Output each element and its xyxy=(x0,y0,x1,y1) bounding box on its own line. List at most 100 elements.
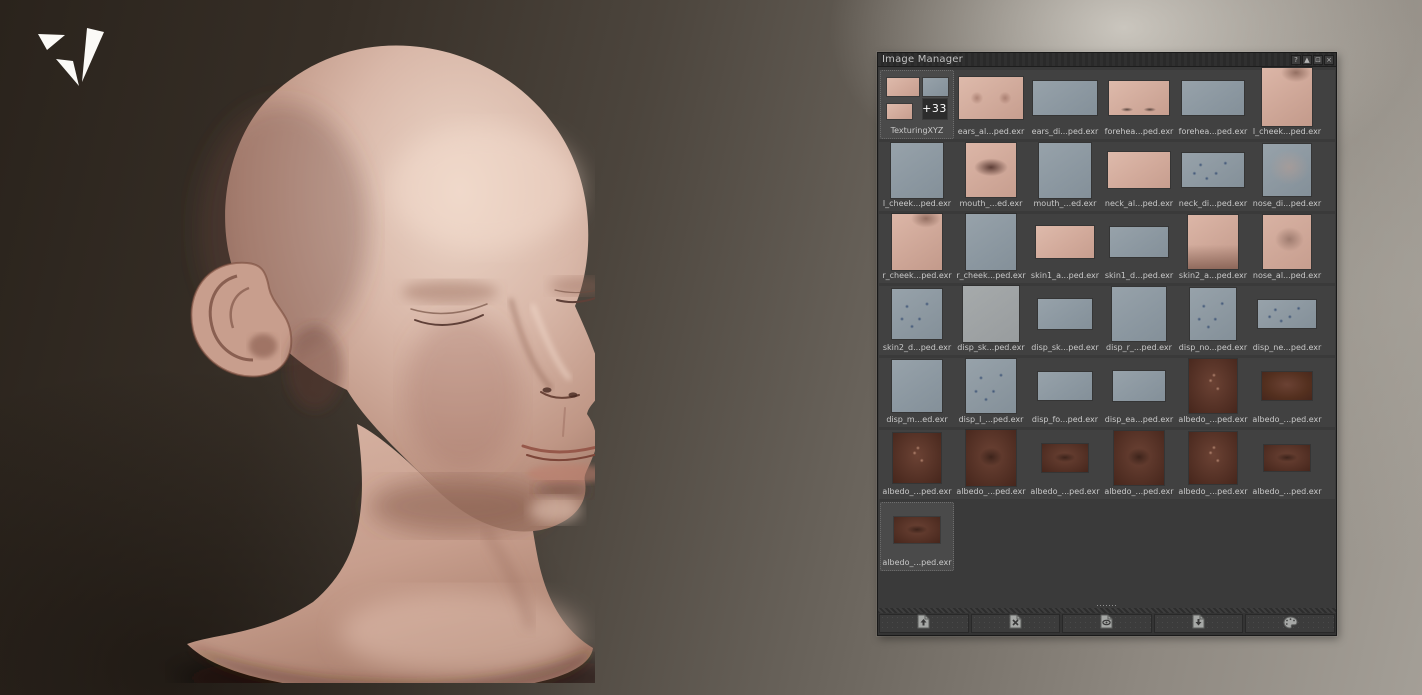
image-item[interactable]: neck_al...ped.exr xyxy=(1102,142,1176,211)
image-item[interactable]: skin1_a...ped.exr xyxy=(1028,214,1102,283)
image-thumbnail[interactable] xyxy=(892,214,942,270)
image-item[interactable]: albedo_...ped.exr xyxy=(954,430,1028,499)
image-thumbnail[interactable] xyxy=(1114,431,1164,485)
image-item[interactable]: albedo_...ped.exr xyxy=(1176,358,1250,427)
image-thumbnail[interactable] xyxy=(966,359,1016,413)
image-thumbnail[interactable] xyxy=(1042,444,1088,472)
image-thumbnail[interactable] xyxy=(891,143,943,198)
image-item[interactable]: ears_al...ped.exr xyxy=(954,70,1028,139)
float-window-icon[interactable]: ⊡ xyxy=(1313,55,1323,65)
edit-palette-button[interactable] xyxy=(1245,614,1335,633)
image-thumbnail[interactable] xyxy=(1190,288,1236,340)
image-item[interactable]: albedo_...ped.exr xyxy=(1102,430,1176,499)
image-item[interactable]: nose_al...ped.exr xyxy=(1250,214,1324,283)
image-item[interactable]: albedo_...ped.exr xyxy=(1250,430,1324,499)
image-thumbnail[interactable] xyxy=(1109,81,1169,115)
image-item[interactable]: r_cheek...ped.exr xyxy=(954,214,1028,283)
image-grid: +33TexturingXYZears_al...ped.exrears_di.… xyxy=(878,67,1336,604)
image-filename: albedo_...ped.exr xyxy=(1102,486,1176,498)
image-thumbnail[interactable] xyxy=(1188,215,1238,269)
image-item[interactable]: l_cheek...ped.exr xyxy=(880,142,954,211)
image-item[interactable]: forehea...ped.exr xyxy=(1176,70,1250,139)
image-item[interactable]: disp_r_...ped.exr xyxy=(1102,286,1176,355)
image-filename: nose_di...ped.exr xyxy=(1250,198,1324,210)
image-thumbnail[interactable] xyxy=(1110,227,1168,257)
image-filename: albedo_...ped.exr xyxy=(954,486,1028,498)
image-thumbnail[interactable] xyxy=(1039,143,1091,198)
collapse-button[interactable]: ▲ xyxy=(1302,55,1312,65)
image-filename: ears_di...ped.exr xyxy=(1028,126,1102,138)
image-manager-titlebar[interactable]: Image Manager ?▲⊡× xyxy=(878,53,1336,67)
image-item[interactable]: disp_sk...ped.exr xyxy=(1028,286,1102,355)
image-item[interactable]: disp_sk...ped.exr xyxy=(954,286,1028,355)
image-thumbnail[interactable] xyxy=(894,517,940,543)
image-thumbnail[interactable] xyxy=(1038,372,1092,400)
image-thumbnail[interactable] xyxy=(1262,372,1312,400)
viewport-3d[interactable]: Image Manager ?▲⊡× +33TexturingXYZears_a… xyxy=(0,0,1422,695)
panel-resize-handle[interactable] xyxy=(1096,604,1118,607)
close-button[interactable]: × xyxy=(1324,55,1334,65)
image-thumbnail[interactable] xyxy=(959,77,1023,119)
delete-image-button[interactable] xyxy=(971,614,1061,633)
image-thumbnail[interactable] xyxy=(892,289,942,339)
image-thumbnail[interactable] xyxy=(1033,81,1097,115)
image-thumbnail[interactable] xyxy=(1113,371,1165,401)
thumb-area: +33 xyxy=(881,71,953,125)
image-thumbnail[interactable] xyxy=(1112,287,1166,341)
thumb-area xyxy=(880,358,954,414)
image-thumbnail[interactable] xyxy=(1258,300,1316,328)
save-image-button[interactable] xyxy=(1154,614,1244,633)
3d-head-model[interactable] xyxy=(165,38,595,683)
image-item[interactable]: ears_di...ped.exr xyxy=(1028,70,1102,139)
image-filename: skin1_a...ped.exr xyxy=(1028,270,1102,282)
image-item[interactable]: albedo_...ped.exr xyxy=(880,502,954,571)
image-thumbnail[interactable] xyxy=(966,214,1016,270)
help-button[interactable]: ? xyxy=(1291,55,1301,65)
image-item[interactable]: albedo_...ped.exr xyxy=(1250,358,1324,427)
image-thumbnail[interactable] xyxy=(966,430,1016,486)
preview-image-button[interactable] xyxy=(1062,614,1152,633)
thumb-area xyxy=(1102,70,1176,126)
image-filename: albedo_...ped.exr xyxy=(1028,486,1102,498)
image-item[interactable]: +33TexturingXYZ xyxy=(880,70,954,139)
image-stack[interactable]: +33 xyxy=(887,78,948,119)
image-item[interactable]: disp_ea...ped.exr xyxy=(1102,358,1176,427)
image-thumbnail[interactable] xyxy=(1182,81,1244,115)
image-item[interactable]: albedo_...ped.exr xyxy=(880,430,954,499)
image-thumbnail[interactable] xyxy=(1263,144,1311,196)
image-item[interactable]: mouth_...ed.exr xyxy=(1028,142,1102,211)
image-item[interactable]: forehea...ped.exr xyxy=(1102,70,1176,139)
image-item[interactable]: albedo_...ped.exr xyxy=(1176,430,1250,499)
image-item[interactable]: nose_di...ped.exr xyxy=(1250,142,1324,211)
image-thumbnail[interactable] xyxy=(1182,153,1244,187)
image-item[interactable]: l_cheek...ped.exr xyxy=(1250,70,1324,139)
image-thumbnail[interactable] xyxy=(1108,152,1170,188)
image-thumbnail[interactable] xyxy=(1036,226,1094,258)
image-filename: disp_no...ped.exr xyxy=(1176,342,1250,354)
image-item[interactable]: disp_no...ped.exr xyxy=(1176,286,1250,355)
image-thumbnail[interactable] xyxy=(1264,445,1310,471)
image-thumbnail[interactable] xyxy=(1189,432,1237,484)
image-thumbnail[interactable] xyxy=(963,286,1019,342)
open-image-button[interactable] xyxy=(879,614,969,633)
thumb-area xyxy=(1176,286,1250,342)
image-item[interactable]: neck_di...ped.exr xyxy=(1176,142,1250,211)
image-item[interactable]: albedo_...ped.exr xyxy=(1028,430,1102,499)
image-item[interactable]: disp_fo...ped.exr xyxy=(1028,358,1102,427)
image-thumbnail[interactable] xyxy=(1262,68,1312,126)
image-item[interactable]: skin2_d...ped.exr xyxy=(880,286,954,355)
image-thumbnail[interactable] xyxy=(966,143,1016,197)
image-item[interactable]: r_cheek...ped.exr xyxy=(880,214,954,283)
image-item[interactable]: skin2_a...ped.exr xyxy=(1176,214,1250,283)
image-filename: r_cheek...ped.exr xyxy=(880,270,954,282)
image-item[interactable]: disp_ne...ped.exr xyxy=(1250,286,1324,355)
image-thumbnail[interactable] xyxy=(892,360,942,412)
image-item[interactable]: skin1_d...ped.exr xyxy=(1102,214,1176,283)
image-item[interactable]: disp_l_...ped.exr xyxy=(954,358,1028,427)
image-item[interactable]: mouth_...ed.exr xyxy=(954,142,1028,211)
image-item[interactable]: disp_m...ed.exr xyxy=(880,358,954,427)
image-thumbnail[interactable] xyxy=(1038,299,1092,329)
image-thumbnail[interactable] xyxy=(1189,359,1237,413)
image-thumbnail[interactable] xyxy=(893,433,941,483)
image-thumbnail[interactable] xyxy=(1263,215,1311,269)
